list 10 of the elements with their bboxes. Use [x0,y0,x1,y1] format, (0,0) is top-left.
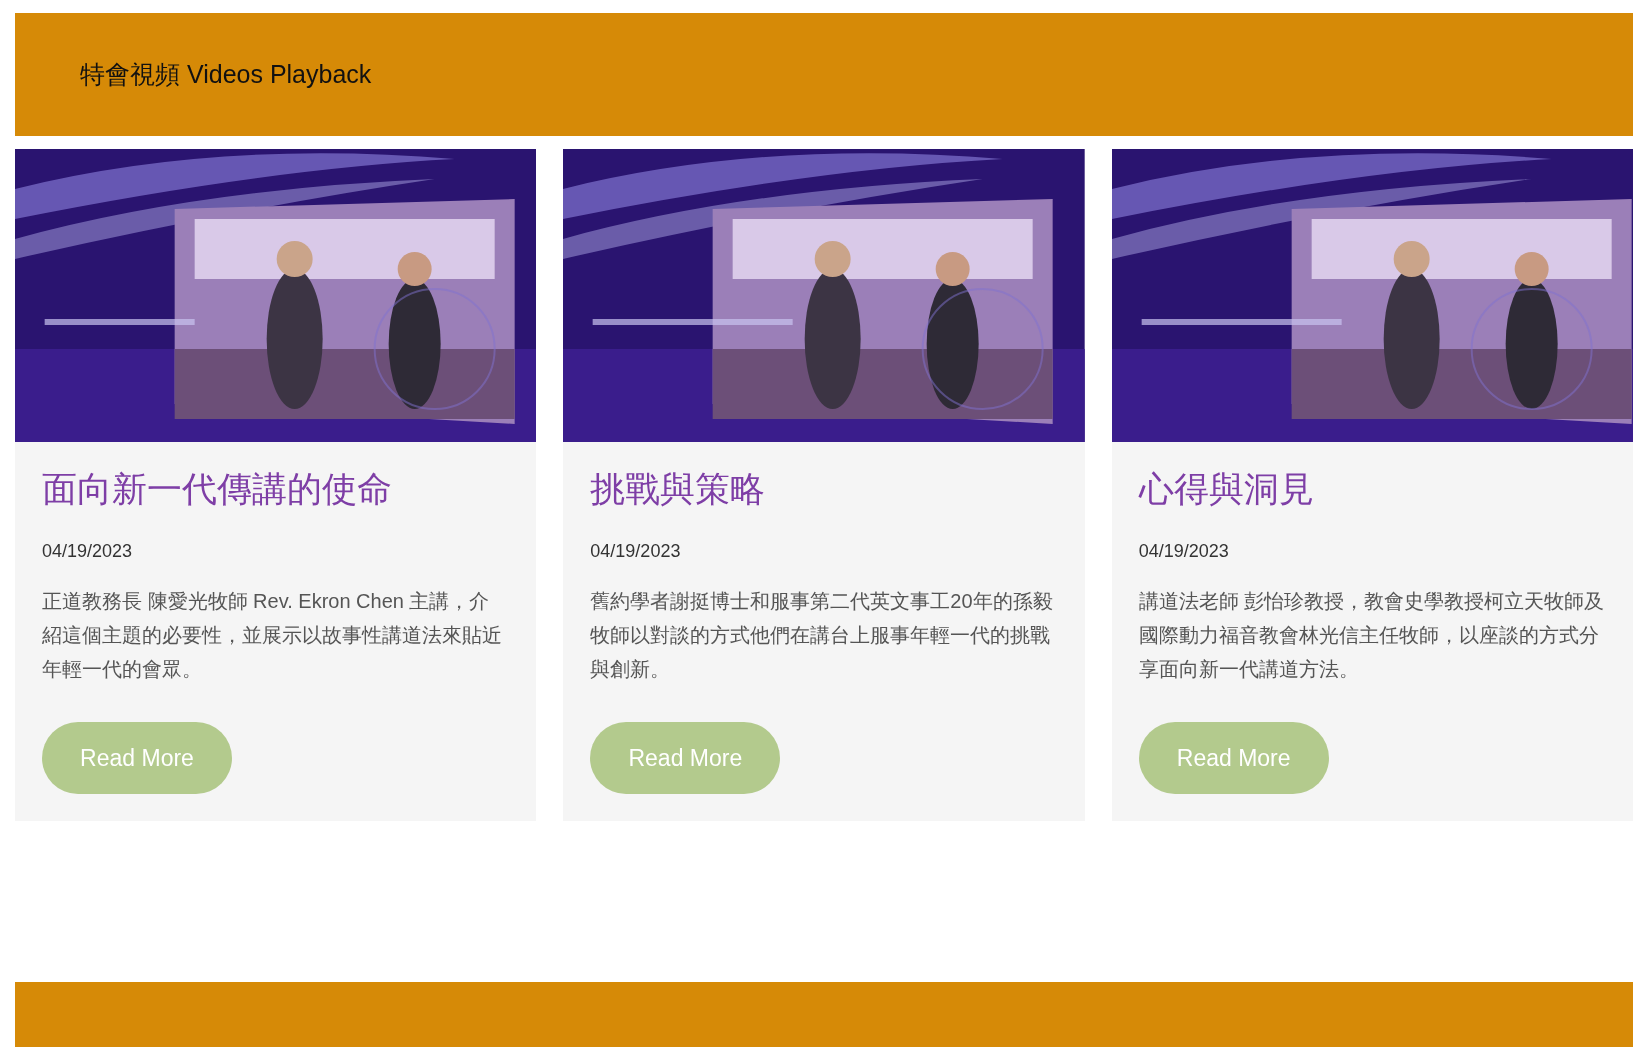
card-date: 04/19/2023 [590,541,681,562]
card-title[interactable]: 挑戰與策略 [590,466,766,513]
card-title[interactable]: 面向新一代傳講的使命 [42,466,392,513]
card-date: 04/19/2023 [42,541,133,562]
card-date: 04/19/2023 [1138,541,1229,562]
card-title[interactable]: 心得與洞見 [1138,466,1314,513]
card-description: 講道法老師 彭怡珍教授，教會史學教授柯立天牧師及國際動力福音教會林光信主任牧師，以座談的方式分享面向新一代講道方法。 [1138,589,1606,682]
card-description: 舊約學者謝挺博士和服事第二代英文事工20年的孫毅牧師以對談的方式他們在講台上服事年輕一代的挑戰與創新。 [590,589,1054,682]
page-title: 特會視頻 Videos Playback [80,59,372,90]
card-description: 正道教務長 陳愛光牧師 Rev. Ekron Chen 主講，介紹這個主題的必要性，並展示以故事性講道法來貼近年輕一代的會眾。 [42,589,503,682]
